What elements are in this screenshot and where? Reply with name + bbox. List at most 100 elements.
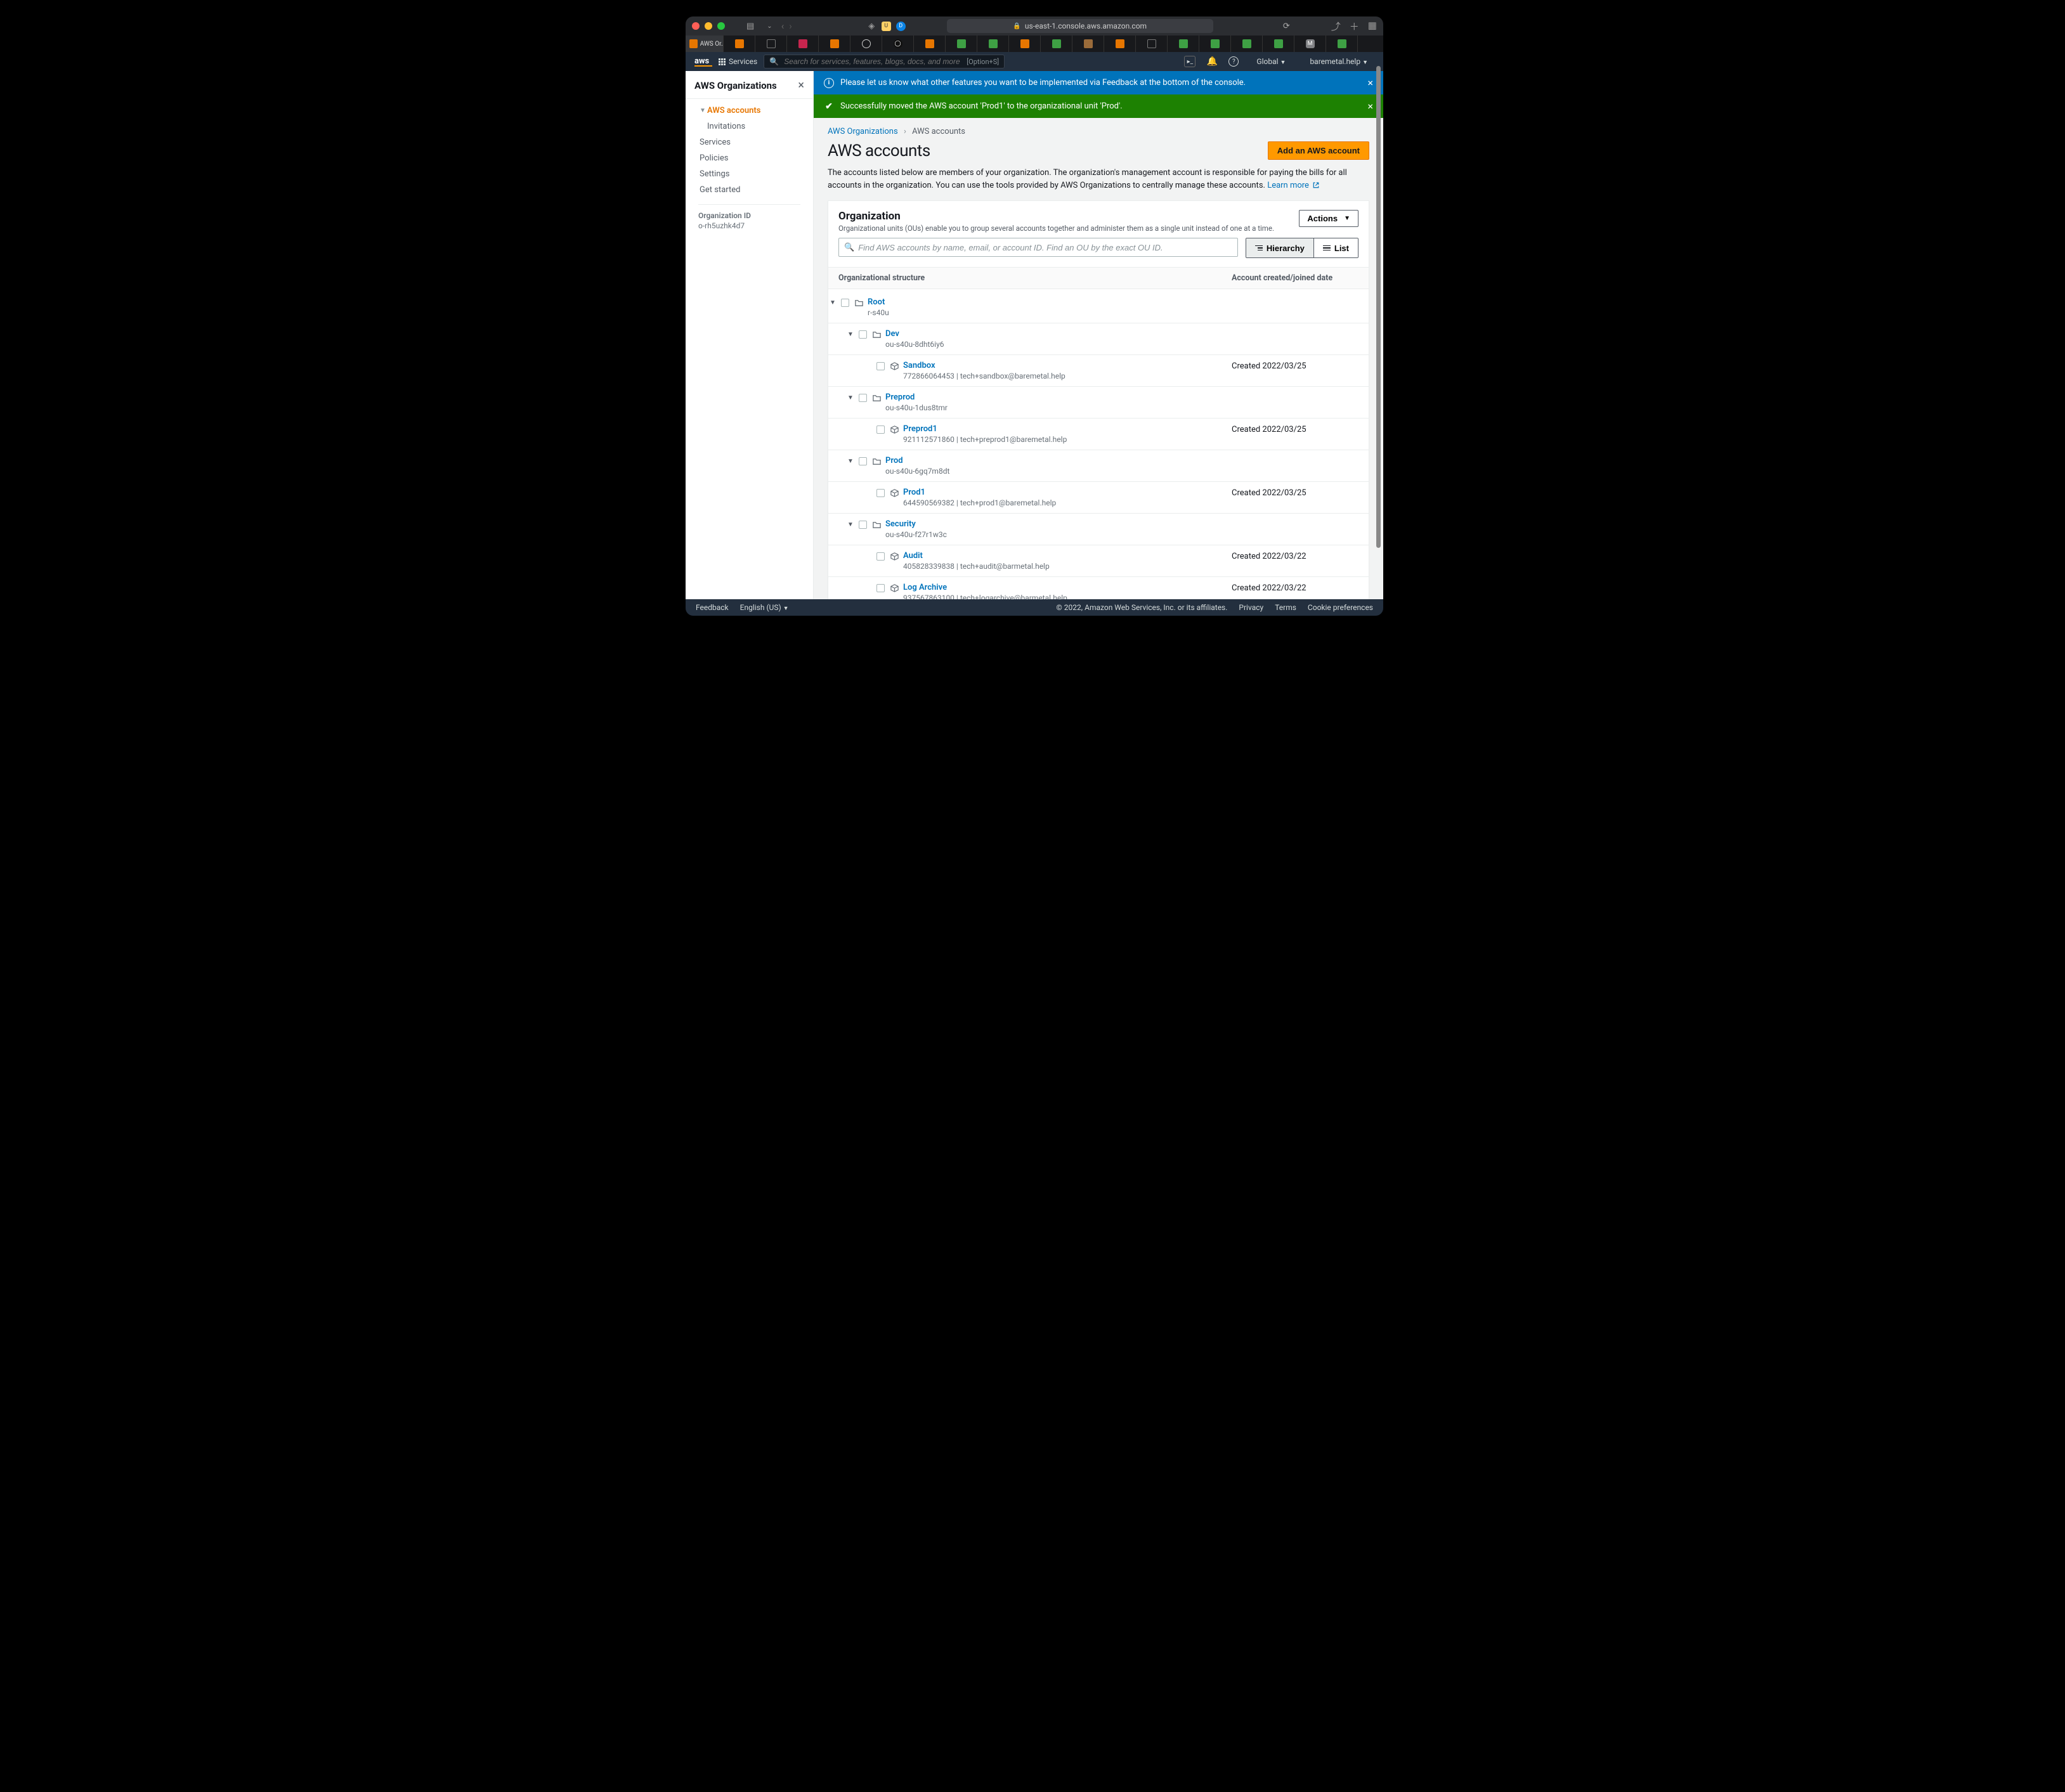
breadcrumb-link[interactable]: AWS Organizations (828, 127, 898, 136)
filter-input[interactable]: 🔍 (838, 238, 1238, 257)
checkbox[interactable] (876, 425, 885, 434)
account-link[interactable]: Sandbox (903, 361, 1065, 370)
checkbox[interactable] (859, 521, 867, 529)
checkbox[interactable] (876, 552, 885, 561)
tabs-overview-icon[interactable]: ▦ (1368, 20, 1377, 33)
list-icon (1323, 245, 1331, 251)
close-icon[interactable]: × (798, 79, 804, 92)
account-link[interactable]: Log Archive (903, 583, 1067, 592)
extension-icon-1[interactable]: U (882, 22, 891, 31)
checkbox[interactable] (876, 362, 885, 370)
maximize-window[interactable] (717, 22, 725, 30)
caret-down-icon: ▼ (700, 107, 706, 114)
close-icon[interactable]: × (1367, 77, 1373, 89)
browser-tab[interactable] (787, 36, 819, 52)
aws-nav-right: ▸_ 🔔 ? Global▼ baremetal.help▼ (1184, 56, 1374, 67)
browser-tab[interactable]: M (1294, 36, 1326, 52)
ou-link[interactable]: Preprod (885, 393, 948, 402)
browser-tab[interactable] (850, 36, 882, 52)
reload-icon[interactable]: ⟳ (1283, 22, 1290, 31)
shield-icon[interactable]: ◈ (867, 22, 876, 31)
ou-link[interactable]: Security (885, 519, 947, 529)
expand-toggle[interactable]: ▼ (847, 456, 855, 465)
root-link[interactable]: Root (868, 297, 889, 307)
services-menu[interactable]: Services (719, 57, 757, 66)
sidebar-item-invitations[interactable]: Invitations (689, 119, 809, 134)
feedback-link[interactable]: Feedback (696, 603, 729, 612)
expand-toggle[interactable]: ▼ (847, 519, 855, 528)
browser-tab[interactable] (1041, 36, 1072, 52)
page-header: AWS accounts Add an AWS account (814, 139, 1383, 167)
checkbox[interactable] (876, 489, 885, 497)
share-icon[interactable]: ⤴ (1331, 20, 1341, 33)
checkbox[interactable] (859, 394, 867, 402)
browser-tab[interactable] (1136, 36, 1168, 52)
browser-tab[interactable] (1104, 36, 1136, 52)
privacy-link[interactable]: Privacy (1239, 603, 1263, 612)
region-selector[interactable]: Global▼ (1250, 57, 1292, 66)
scrollbar-thumb[interactable] (1376, 66, 1381, 548)
browser-tab[interactable] (1326, 36, 1358, 52)
checkbox[interactable] (859, 457, 867, 465)
sidebar-item-policies[interactable]: Policies (689, 150, 809, 166)
browser-tab-active[interactable]: AWS Or… (686, 36, 724, 52)
account-link[interactable]: Prod1 (903, 488, 1056, 497)
browser-tab[interactable] (1263, 36, 1294, 52)
back-button[interactable]: ‹ (781, 20, 785, 32)
aws-search-input[interactable] (784, 57, 961, 66)
filter-text-input[interactable] (858, 243, 1232, 252)
browser-tab[interactable] (1009, 36, 1041, 52)
browser-tab[interactable] (1072, 36, 1104, 52)
chevron-down-icon[interactable]: ⌄ (763, 23, 776, 30)
success-banner-text: Successfully moved the AWS account 'Prod… (840, 101, 1123, 111)
add-aws-account-button[interactable]: Add an AWS account (1268, 141, 1369, 160)
help-icon[interactable]: ? (1228, 56, 1239, 67)
browser-tab[interactable] (977, 36, 1009, 52)
browser-tab[interactable] (1231, 36, 1263, 52)
language-selector[interactable]: English (US) ▼ (740, 603, 789, 612)
aws-logo[interactable]: aws (694, 57, 712, 67)
sidebar-item-settings[interactable]: Settings (689, 166, 809, 182)
account-link[interactable]: Preprod1 (903, 424, 1067, 434)
expand-toggle[interactable]: ▼ (847, 393, 855, 401)
new-tab-icon[interactable]: ＋ (1350, 20, 1359, 33)
learn-more-link[interactable]: Learn more (1267, 181, 1320, 190)
notifications-icon[interactable]: 🔔 (1207, 56, 1217, 67)
cloudshell-icon[interactable]: ▸_ (1184, 56, 1195, 67)
hierarchy-view-button[interactable]: Hierarchy (1246, 238, 1313, 257)
list-view-button[interactable]: List (1313, 238, 1358, 257)
ou-link[interactable]: Prod (885, 456, 949, 465)
checkbox[interactable] (841, 299, 849, 307)
account-menu[interactable]: baremetal.help▼ (1303, 57, 1374, 66)
account-link[interactable]: Audit (903, 551, 1050, 561)
close-window[interactable] (692, 22, 700, 30)
checkbox[interactable] (876, 584, 885, 592)
browser-tab[interactable] (755, 36, 787, 52)
browser-tab[interactable] (1199, 36, 1231, 52)
sidebar-toggle-icon[interactable]: ▤ (743, 22, 758, 31)
sidebar-item-get-started[interactable]: Get started (689, 182, 809, 198)
aws-search[interactable]: 🔍 [Option+S] (764, 55, 1005, 68)
sidebar-item-label: Services (700, 138, 731, 147)
expand-toggle[interactable]: ▼ (830, 297, 837, 306)
browser-tab[interactable] (724, 36, 755, 52)
browser-tab[interactable] (819, 36, 850, 52)
browser-tab[interactable]: ◯ (882, 36, 914, 52)
checkbox[interactable] (859, 330, 867, 339)
extension-icon-2[interactable]: D (896, 22, 906, 31)
actions-dropdown[interactable]: Actions▼ (1299, 210, 1358, 227)
sidebar-item-services[interactable]: Services (689, 134, 809, 150)
col-date: Account created/joined date (1232, 273, 1358, 283)
browser-tab[interactable] (946, 36, 977, 52)
sidebar: AWS Organizations × ▼ AWS accounts Invit… (686, 71, 814, 599)
expand-toggle[interactable]: ▼ (847, 329, 855, 338)
address-bar[interactable]: 🔒 us-east-1.console.aws.amazon.com (947, 19, 1213, 33)
close-icon[interactable]: × (1367, 100, 1373, 112)
sidebar-item-aws-accounts[interactable]: ▼ AWS accounts (689, 103, 809, 119)
terms-link[interactable]: Terms (1275, 603, 1296, 612)
minimize-window[interactable] (705, 22, 712, 30)
cookie-prefs-link[interactable]: Cookie preferences (1308, 603, 1373, 612)
browser-tab[interactable] (1168, 36, 1199, 52)
browser-tab[interactable] (914, 36, 946, 52)
ou-link[interactable]: Dev (885, 329, 944, 339)
